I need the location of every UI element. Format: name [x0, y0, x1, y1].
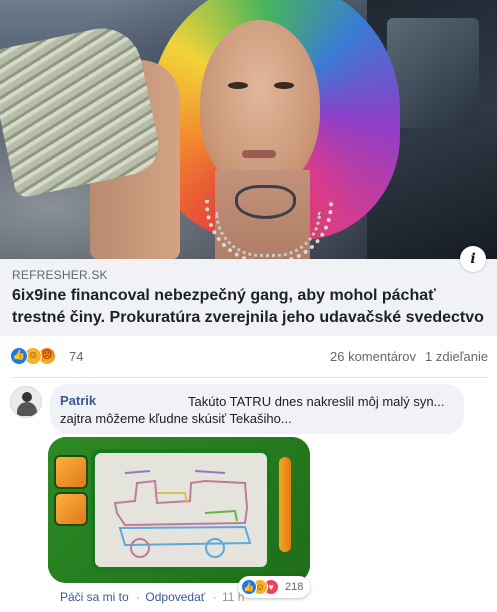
comment-actions: Páči sa mi to · Odpovedať · 11 h: [60, 590, 246, 604]
drawing-toy-knob-bottom: [54, 492, 88, 526]
avatar-head: [22, 392, 32, 402]
like-icon: 👍: [10, 347, 28, 365]
separator-dot: ·: [136, 590, 141, 604]
comment-timestamp[interactable]: 11 h: [222, 590, 244, 604]
photo-mouth: [242, 150, 276, 158]
link-headline[interactable]: 6ix9ine financoval nebezpečný gang, aby …: [12, 285, 492, 329]
comment-bubble: Patrik Takúto TATRU dnes nakreslil môj m…: [50, 384, 464, 434]
divider: [10, 377, 488, 378]
link-domain: REFRESHER.SK: [12, 268, 108, 282]
reaction-count[interactable]: 74: [69, 349, 83, 364]
reply-link[interactable]: Odpovedať: [145, 590, 205, 604]
attachment-reactions[interactable]: 👍 ☺ ♥ 218: [238, 576, 310, 598]
avatar[interactable]: [10, 386, 42, 418]
photo-face: [200, 20, 320, 190]
drawing-toy-screen: [91, 449, 271, 571]
link-preview-image[interactable]: [0, 0, 497, 259]
attachment-reaction-count: 218: [285, 581, 304, 593]
comment-text: Takúto TATRU dnes nakreslil môj malý syn…: [60, 394, 445, 426]
comments-count[interactable]: 26 komentárov: [330, 349, 416, 364]
separator-dot: ·: [212, 590, 217, 604]
reaction-icons[interactable]: 👍 ☺ ☹: [10, 347, 70, 365]
drawing-toy-pen: [279, 457, 291, 552]
link-preview-meta[interactable]: REFRESHER.SK 6ix9ine financoval nebezpeč…: [0, 259, 497, 336]
info-icon[interactable]: i: [460, 246, 486, 272]
comment-attachment-image[interactable]: [48, 437, 310, 583]
shares-count[interactable]: 1 zdieľanie: [425, 349, 488, 364]
reactions-bar: 👍 ☺ ☹ 74 26 komentárov 1 zdieľanie: [0, 340, 497, 372]
like-comment-link[interactable]: Páči sa mi to: [60, 590, 129, 604]
photo-truck-window: [387, 18, 479, 128]
truck-drawing: [113, 470, 252, 558]
photo-eye-right: [274, 82, 294, 89]
photo-eye-left: [228, 82, 248, 89]
avatar-body: [17, 402, 37, 416]
like-icon: 👍: [241, 579, 257, 595]
drawing-toy-knob-top: [54, 455, 88, 489]
